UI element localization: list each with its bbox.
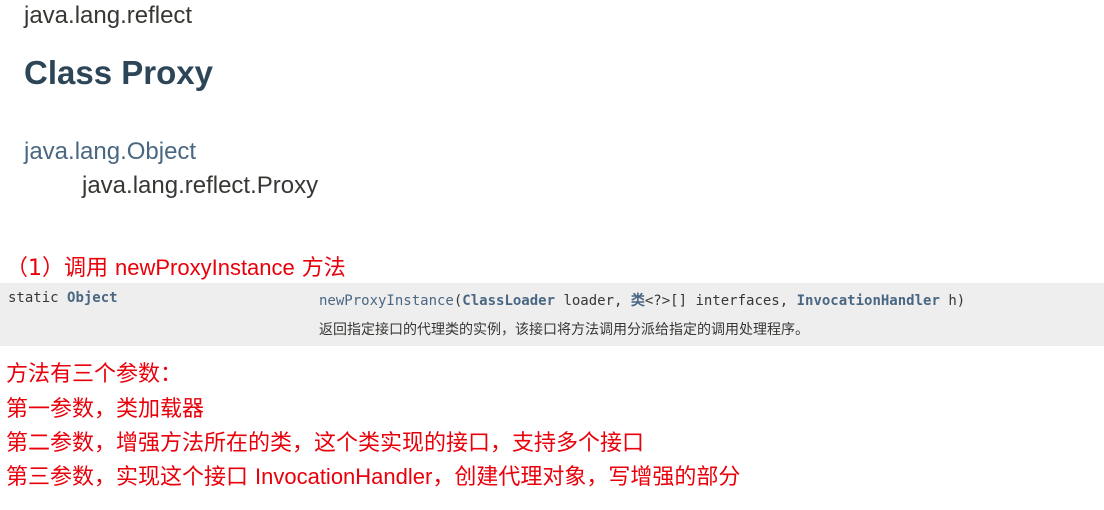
step-heading: （1）调用 newProxyInstance 方法 bbox=[6, 250, 346, 282]
method-signature: newProxyInstance(ClassLoader loader, 类<?… bbox=[319, 290, 965, 310]
note-line-4-prefix: 第三参数，实现这个接口 bbox=[6, 465, 255, 490]
method-description: 返回指定接口的代理类的实例，该接口将方法调用分派给指定的调用处理程序。 bbox=[319, 322, 809, 338]
modifier-keyword: static bbox=[8, 290, 59, 306]
method-modifier: static Object bbox=[8, 290, 118, 306]
param2-rest: <?>[] interfaces, bbox=[644, 293, 797, 309]
inheritance-parent-link[interactable]: java.lang.Object bbox=[24, 138, 196, 166]
return-type-link[interactable]: Object bbox=[67, 290, 118, 306]
param3-type-link[interactable]: InvocationHandler bbox=[797, 293, 940, 309]
inheritance-child: java.lang.reflect.Proxy bbox=[82, 172, 319, 199]
param2-type-link[interactable]: 类 bbox=[631, 293, 645, 309]
param3-name: h) bbox=[939, 293, 966, 309]
package-name: java.lang.reflect bbox=[24, 2, 193, 29]
step-method-name: newProxyInstance bbox=[115, 255, 295, 280]
note-line-2: 第一参数，类加载器 bbox=[6, 397, 205, 422]
param1-type-link[interactable]: ClassLoader bbox=[462, 293, 555, 309]
class-title: Class Proxy bbox=[24, 54, 213, 91]
step-suffix: 方法 bbox=[294, 256, 346, 281]
note-line-4-suffix: ，创建代理对象，写增强的部分 bbox=[432, 465, 741, 490]
note-line-1: 方法有三个参数： bbox=[6, 362, 183, 387]
method-summary-row: static Object newProxyInstance(ClassLoad… bbox=[0, 283, 1104, 346]
method-name-link[interactable]: newProxyInstance bbox=[319, 293, 454, 309]
note-line-4-code: InvocationHandler bbox=[255, 464, 433, 489]
step-prefix: （1）调用 bbox=[6, 256, 115, 281]
param1-name: loader, bbox=[555, 293, 631, 309]
note-line-4: 第三参数，实现这个接口 InvocationHandler，创建代理对象，写增强… bbox=[6, 459, 740, 491]
note-line-3: 第二参数，增强方法所在的类，这个类实现的接口，支持多个接口 bbox=[6, 431, 645, 456]
